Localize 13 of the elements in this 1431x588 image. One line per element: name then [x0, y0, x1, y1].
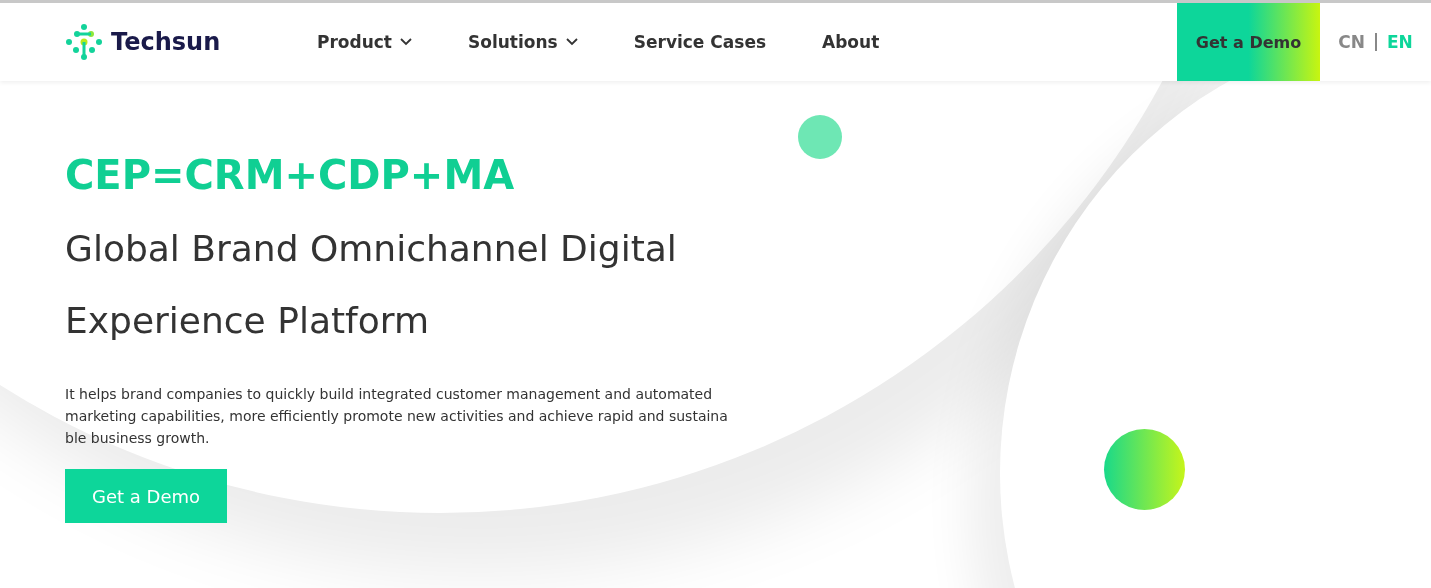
separator — [1374, 33, 1377, 51]
hero-formula: CEP=CRM+CDP+MA — [65, 151, 516, 200]
language-link[interactable]: CN — [1338, 32, 1365, 52]
hero-title: Experience Platform — [65, 299, 431, 343]
brand-name: Techsun — [111, 28, 221, 56]
hero-description: It helps brand companies to quickly build integrated customer management and automated marketing capabilities, more efficiently promote new activities and achieve rapid and sustainable business growth. — [65, 385, 729, 448]
hero-title: Global Brand Omnichannel Digital — [65, 227, 678, 271]
nav-link[interactable]: Service Cases — [633, 32, 767, 52]
get-demo-button[interactable]: Get a Demo — [1177, 3, 1320, 81]
nav-link[interactable]: About — [822, 32, 880, 52]
logo-icon — [65, 23, 103, 61]
nav-link[interactable]: Product — [317, 32, 412, 52]
nav-link[interactable]: Solutions — [468, 32, 578, 52]
